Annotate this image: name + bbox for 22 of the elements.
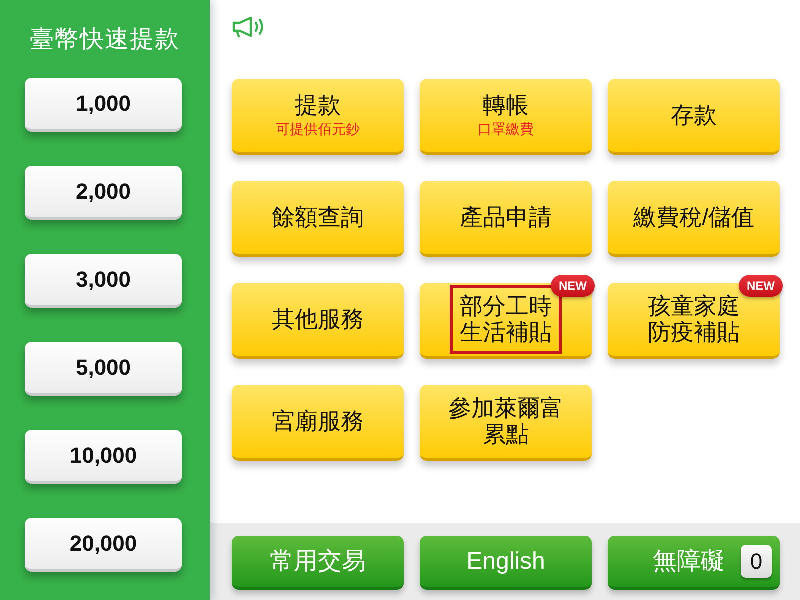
service-button[interactable]: 轉帳 口罩繳費 (420, 79, 592, 155)
service-button[interactable]: 餘額查詢 (232, 181, 404, 257)
service-note: 可提供佰元鈔 (276, 120, 360, 138)
amount-button[interactable]: 3,000 (25, 254, 182, 308)
amount-button[interactable]: 2,000 (25, 166, 182, 220)
service-button[interactable]: 提款 可提供佰元鈔 (232, 79, 404, 155)
footer-button[interactable]: 無障礙 0 (608, 536, 780, 590)
amount-button[interactable]: 20,000 (25, 518, 182, 572)
key-cap: 0 (741, 545, 772, 578)
new-badge: NEW (739, 275, 783, 297)
service-button[interactable]: 產品申請 (420, 181, 592, 257)
service-button[interactable]: 參加萊爾富 累點 (420, 385, 592, 461)
amount-button[interactable]: 5,000 (25, 342, 182, 396)
amount-button[interactable]: 10,000 (25, 430, 182, 484)
service-button[interactable]: 繳費稅/儲值 (608, 181, 780, 257)
amount-button[interactable]: 1,000 (25, 78, 182, 132)
service-button[interactable]: 其他服務 (232, 283, 404, 359)
service-button[interactable]: 存款 (608, 79, 780, 155)
service-note: 口罩繳費 (478, 120, 534, 138)
new-badge: NEW (551, 275, 595, 297)
sidebar-title: 臺幣快速提款 (29, 25, 181, 55)
service-button[interactable]: 宮廟服務 (232, 385, 404, 461)
